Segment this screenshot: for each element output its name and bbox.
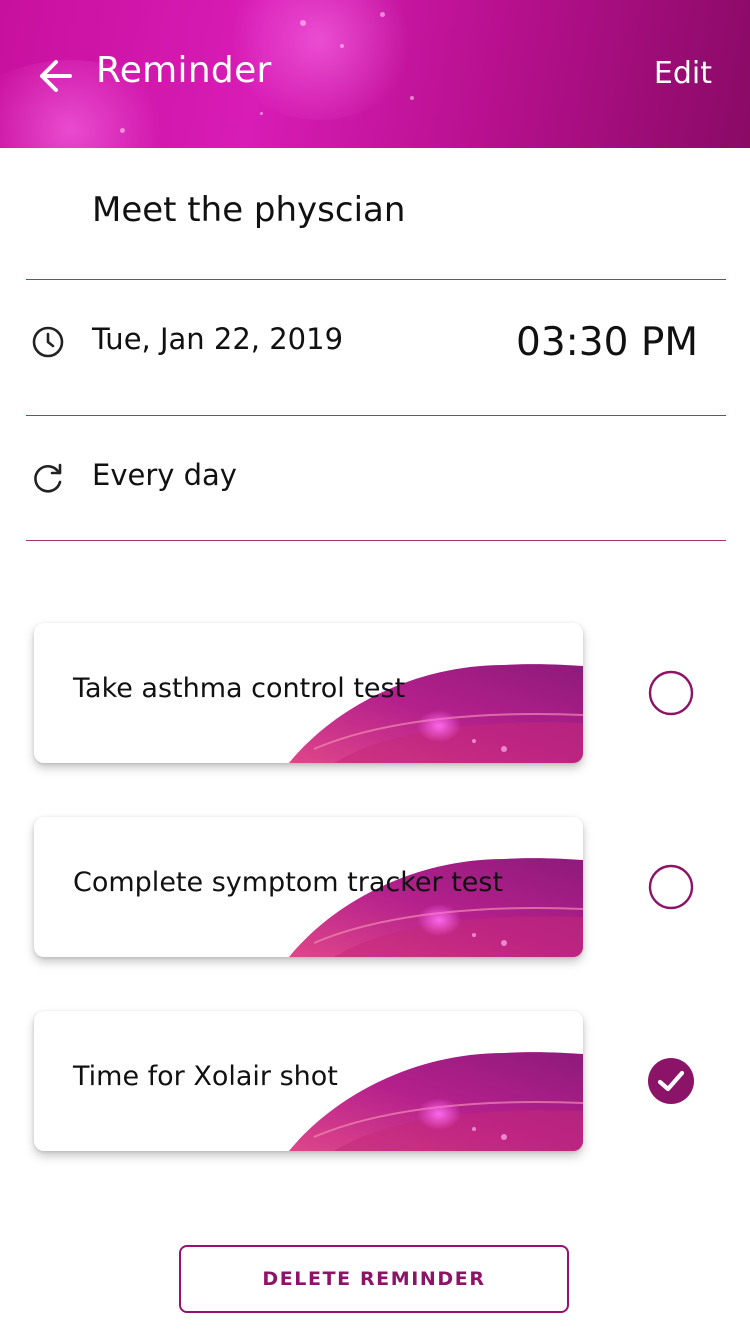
task-card[interactable]: Take asthma control test [34,623,583,763]
divider [26,540,726,541]
task-label: Time for Xolair shot [73,1061,338,1092]
sparkle-dot [260,112,263,115]
sparkle-dot [120,128,125,133]
edit-button[interactable]: Edit [654,56,712,91]
arrow-left-icon [40,60,72,92]
task-label: Complete symptom tracker test [73,867,504,898]
delete-reminder-button[interactable]: DELETE REMINDER [179,1245,569,1313]
task-card[interactable]: Complete symptom tracker test [34,817,583,957]
sparkle-dot [380,12,385,17]
app-header: Reminder Edit [0,0,750,148]
back-button[interactable] [30,52,78,100]
task-card[interactable]: Time for Xolair shot [34,1011,583,1151]
clock-icon [32,326,64,358]
refresh-icon [34,463,62,493]
divider [26,279,726,280]
reminder-repeat[interactable]: Every day [92,458,237,492]
unchecked-circle-icon[interactable] [648,864,694,910]
sparkle-dot [410,96,414,100]
sparkle-dot [300,20,306,26]
task-label: Take asthma control test [73,673,406,704]
sparkle-dot [340,44,344,48]
page-title: Reminder [96,50,272,91]
checked-circle-icon[interactable] [648,1058,694,1104]
reminder-time[interactable]: 03:30 PM [516,320,698,365]
divider [26,415,726,416]
unchecked-circle-icon[interactable] [648,670,694,716]
reminder-date[interactable]: Tue, Jan 22, 2019 [92,322,343,356]
delete-reminder-label: DELETE REMINDER [262,1268,486,1290]
reminder-name[interactable]: Meet the physcian [92,190,405,230]
